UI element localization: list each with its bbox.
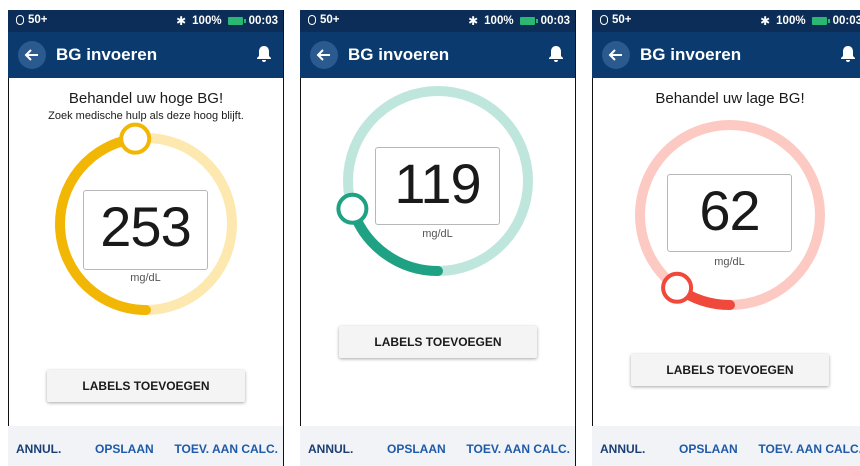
add-labels-button[interactable]: LABELS TOEVOEGEN [47, 370, 245, 402]
save-button[interactable]: OPSLAAN [387, 442, 446, 456]
cancel-button[interactable]: ANNUL. [600, 442, 645, 456]
footer-bar: ANNUL. OPSLAAN TOEV. AAN CALC. [8, 426, 284, 466]
gauge-handle[interactable] [336, 192, 369, 225]
bg-value-box[interactable]: 253 [83, 190, 208, 270]
phone-screen-high: 50+ ✱ 100% 00:03 BG invoeren Behandel uw… [8, 10, 284, 466]
add-to-calc-button[interactable]: TOEV. AAN CALC. [174, 442, 278, 456]
phone-screen-low: 50+ ✱ 100% 00:03 BG invoeren Behandel uw… [592, 10, 860, 466]
cancel-button[interactable]: ANNUL. [16, 442, 61, 456]
gauge-handle[interactable] [119, 122, 152, 155]
bg-value-box[interactable]: 62 [667, 174, 792, 252]
add-to-calc-button[interactable]: TOEV. AAN CALC. [758, 442, 860, 456]
phone-screen-normal: 50+ ✱ 100% 00:03 BG invoeren 119 mg/dL L… [300, 10, 576, 466]
bg-value: 119 [394, 152, 481, 215]
save-button[interactable]: OPSLAAN [95, 442, 154, 456]
footer-bar: ANNUL. OPSLAAN TOEV. AAN CALC. [592, 426, 860, 466]
footer-bar: ANNUL. OPSLAAN TOEV. AAN CALC. [300, 426, 576, 466]
bg-value-box[interactable]: 119 [375, 147, 500, 225]
gauge-handle[interactable] [661, 271, 694, 304]
bg-unit: mg/dL [714, 256, 745, 268]
add-labels-button[interactable]: LABELS TOEVOEGEN [339, 326, 537, 358]
bg-value: 253 [100, 195, 191, 258]
save-button[interactable]: OPSLAAN [679, 442, 738, 456]
bg-value: 62 [699, 179, 760, 242]
add-labels-button[interactable]: LABELS TOEVOEGEN [631, 354, 829, 386]
bg-unit: mg/dL [422, 228, 453, 240]
add-to-calc-button[interactable]: TOEV. AAN CALC. [466, 442, 570, 456]
bg-unit: mg/dL [130, 272, 161, 284]
cancel-button[interactable]: ANNUL. [308, 442, 353, 456]
